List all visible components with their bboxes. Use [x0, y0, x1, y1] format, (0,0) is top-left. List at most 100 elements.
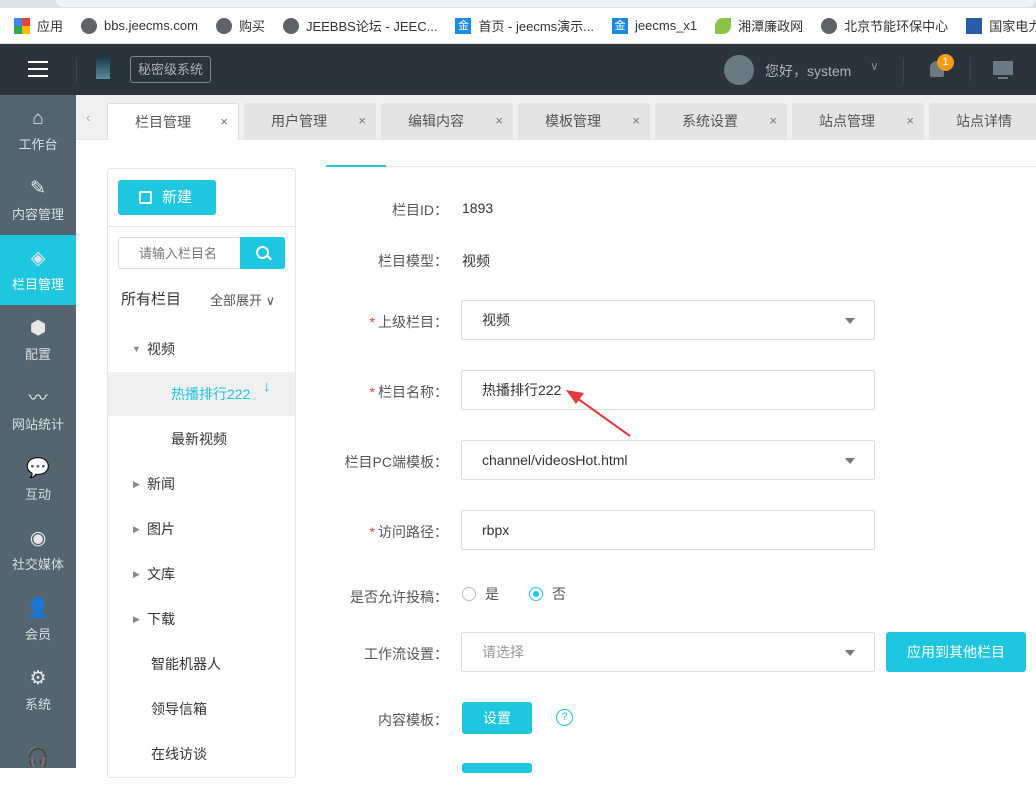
- bookmark[interactable]: 金 jeecms_x1: [612, 17, 697, 34]
- sidebar-item-label: 网站统计: [11, 416, 64, 432]
- close-icon[interactable]: ×: [495, 103, 503, 139]
- tab-site-management[interactable]: 站点管理 ×: [792, 103, 924, 140]
- access-path-input[interactable]: rbpx: [461, 510, 875, 550]
- chat-icon: 💬: [26, 457, 50, 479]
- tree-node-selected[interactable]: 热播排行222 ↓: [108, 372, 295, 416]
- caret-down-icon[interactable]: ▼: [132, 327, 141, 371]
- required-mark: *: [369, 384, 375, 400]
- bookmark[interactable]: 湘潭廉政网: [715, 16, 803, 35]
- node-label: 领导信箱: [151, 701, 207, 717]
- close-icon[interactable]: ×: [906, 103, 914, 139]
- tree-node[interactable]: 智能机器人: [108, 642, 295, 686]
- tab-template-management[interactable]: 模板管理 ×: [518, 103, 650, 140]
- menu-toggle-icon[interactable]: [28, 61, 48, 77]
- search-button[interactable]: [240, 237, 285, 269]
- sidebar-item-content[interactable]: ✎ 内容管理: [0, 165, 76, 235]
- sidebar-item-support[interactable]: 🎧: [0, 725, 76, 795]
- workflow-label: 工作流设置：: [364, 646, 448, 662]
- next-button-partial[interactable]: [462, 763, 532, 773]
- annotation-arrow-icon: [566, 390, 631, 437]
- caret-right-icon[interactable]: ▶: [133, 552, 140, 596]
- pc-template-select[interactable]: channel/videosHot.html: [461, 440, 875, 480]
- parent-channel-label: * 上级栏目：: [370, 312, 448, 332]
- close-icon[interactable]: ×: [358, 103, 366, 139]
- tab-system-settings[interactable]: 系统设置 ×: [655, 103, 787, 140]
- close-icon[interactable]: ×: [632, 103, 640, 139]
- node-label: 热播排行222: [171, 386, 251, 402]
- tab-bar: ‹ 栏目管理 × 用户管理 × 编辑内容 × 模板管理 × 系统设置 × 站点管理 × 站点…: [76, 95, 1036, 140]
- monitor-icon[interactable]: [993, 61, 1013, 79]
- caret-right-icon[interactable]: ▶: [133, 462, 140, 506]
- sidebar-item-config[interactable]: ⬢ 配置: [0, 305, 76, 375]
- expand-all-toggle[interactable]: 全部展开 ∨: [210, 290, 275, 309]
- tree-node[interactable]: ▶ 新闻: [108, 462, 295, 506]
- bookmark[interactable]: 国家电力规划研究...: [966, 16, 1036, 35]
- tree-node[interactable]: 在线访谈: [108, 732, 295, 776]
- tree-node[interactable]: ▶ 文库: [108, 552, 295, 596]
- tab-user-management[interactable]: 用户管理 ×: [244, 103, 376, 140]
- sidebar-item-label: 系统: [24, 696, 51, 712]
- tab-label: 站点管理: [819, 113, 875, 129]
- bookmark-apps[interactable]: 应用: [14, 16, 63, 35]
- bookmark[interactable]: 金首页 - jeecms演示...: [455, 16, 594, 35]
- close-icon[interactable]: ×: [220, 104, 228, 140]
- channel-name-input[interactable]: 热播排行222: [461, 370, 875, 410]
- avatar[interactable]: [724, 55, 754, 85]
- bookmark[interactable]: bbs.jeecms.com: [81, 17, 198, 34]
- channel-search-input[interactable]: [118, 237, 241, 269]
- contribution-yes-radio[interactable]: 是: [462, 584, 499, 604]
- bookmark[interactable]: 购买: [215, 16, 265, 35]
- sidebar-item-members[interactable]: 👤 会员: [0, 585, 76, 655]
- sidebar-item-label: 工作台: [18, 136, 58, 152]
- caret-right-icon[interactable]: ▶: [133, 597, 140, 641]
- sidebar-item-interaction[interactable]: 💬 互动: [0, 445, 76, 515]
- tree-node[interactable]: 领导信箱: [108, 687, 295, 731]
- sidebar-item-social[interactable]: ◉ 社交媒体: [0, 515, 76, 585]
- sidebar-item-label: 互动: [24, 486, 51, 502]
- sidebar-item-label: 会员: [24, 626, 51, 642]
- select-placeholder: 请选择: [482, 644, 524, 660]
- chevron-down-icon[interactable]: ∨: [870, 59, 879, 73]
- tree-node[interactable]: ▶ 图片: [108, 507, 295, 551]
- tab-edit-content[interactable]: 编辑内容 ×: [381, 103, 513, 140]
- sidebar-item-channels[interactable]: ◈ 栏目管理: [0, 235, 76, 305]
- caret-right-icon[interactable]: ▶: [133, 507, 140, 551]
- tree-node[interactable]: ▶ 下载: [108, 597, 295, 641]
- set-content-template-button[interactable]: 设置: [462, 702, 532, 734]
- label-text: 访问路径：: [378, 524, 448, 540]
- sidebar-item-stats[interactable]: 〰网站统计: [0, 375, 76, 445]
- sidebar: ⌂ 工作台 ✎ 内容管理 ◈ 栏目管理 ⬢ 配置 〰网站统计 💬 互动 ◉ 社交媒体 👤 会员…: [0, 95, 76, 768]
- tab-channel-management[interactable]: 栏目管理 ×: [107, 103, 239, 140]
- user-check-icon: 👤: [26, 597, 50, 619]
- channel-id-value: 1893: [462, 200, 494, 216]
- tree-node[interactable]: 最新视频: [108, 417, 295, 461]
- sidebar-item-system[interactable]: ⚙ 系统: [0, 655, 76, 725]
- chevron-left-icon[interactable]: ‹: [86, 109, 91, 125]
- close-icon[interactable]: ×: [769, 103, 777, 139]
- tab-label: 系统设置: [682, 113, 738, 129]
- tab-site-details[interactable]: 站点详情: [929, 103, 1036, 140]
- notification-badge: 1: [937, 54, 954, 71]
- bookmarks-bar: 应用 bbs.jeecms.com 购买 JEEBBS论坛 - JEEC... …: [0, 8, 1036, 44]
- help-icon[interactable]: ?: [556, 709, 573, 726]
- tree-title: 所有栏目: [121, 291, 182, 308]
- user-greeting[interactable]: 您好，system: [765, 61, 851, 81]
- new-channel-button[interactable]: 新建: [118, 180, 216, 215]
- divider: [903, 58, 904, 82]
- bookmark[interactable]: JEEBBS论坛 - JEEC...: [282, 16, 438, 35]
- contribution-no-radio[interactable]: 否: [529, 584, 566, 604]
- bookmark[interactable]: 北京节能环保中心: [821, 16, 948, 35]
- radio-label: 是: [485, 586, 499, 602]
- cube-icon: ⬢: [29, 317, 47, 339]
- radio-circle: [462, 587, 476, 601]
- sidebar-item-workbench[interactable]: ⌂ 工作台: [0, 95, 76, 165]
- arrow-down-icon[interactable]: ↓: [263, 365, 271, 409]
- workflow-select[interactable]: 请选择: [461, 632, 875, 672]
- parent-channel-select[interactable]: 视频: [461, 300, 875, 340]
- caret-down-icon: [845, 458, 855, 464]
- bookmark-label: JEEBBS论坛 - JEEC...: [305, 19, 438, 34]
- address-input[interactable]: [55, 0, 1036, 7]
- apply-to-other-channels-button[interactable]: 应用到其他栏目: [886, 632, 1026, 672]
- bookmark-label: 应用: [37, 19, 64, 34]
- leaf-icon: [715, 17, 732, 34]
